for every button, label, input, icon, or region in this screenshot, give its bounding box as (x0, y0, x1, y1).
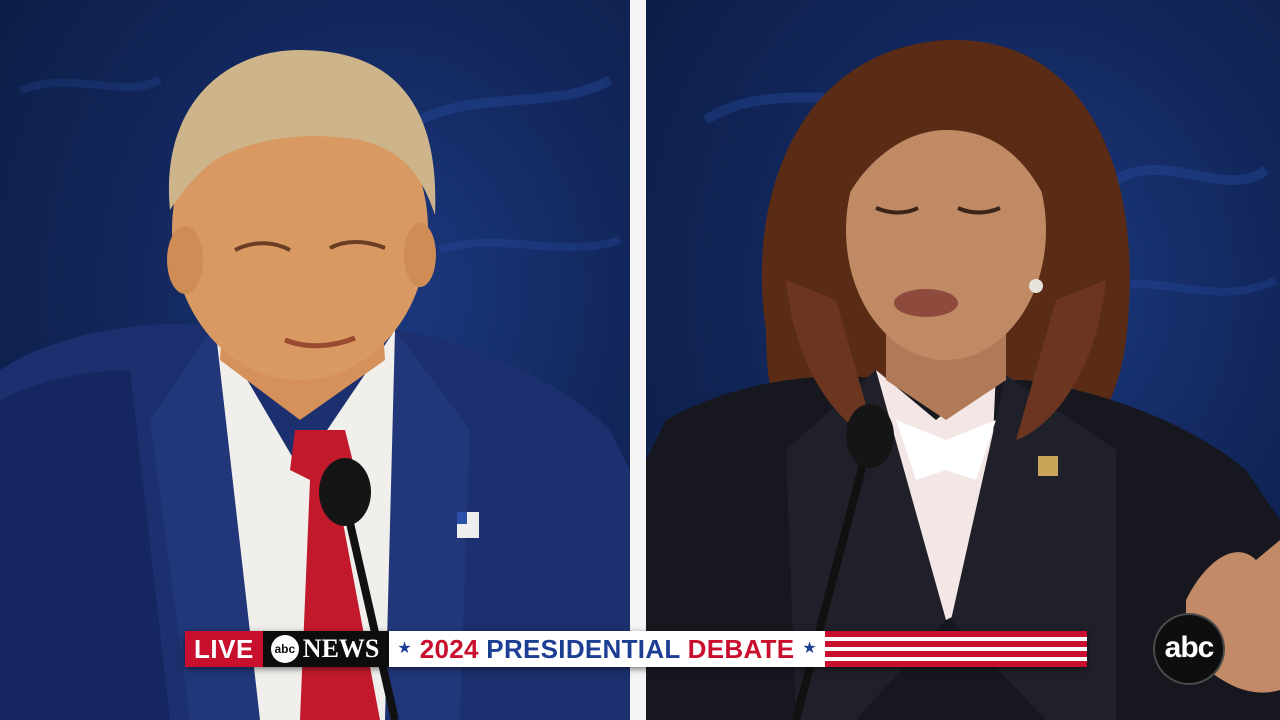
banner-title: 2024 PRESIDENTIAL DEBATE (420, 634, 795, 665)
network-logo-icon: abc (270, 635, 299, 663)
right-speaker-panel (646, 0, 1280, 720)
star-icon: ★ (397, 640, 412, 657)
microphone-icon (846, 404, 894, 468)
star-icon: ★ (802, 640, 817, 657)
lower-third-banner: LIVE abc NEWS ★ 2024 PRESIDENTIAL DEBATE… (185, 631, 1087, 667)
network-corner-bug: abc (1153, 613, 1225, 685)
left-speaker-illustration (0, 50, 630, 720)
flag-pin-icon (1038, 456, 1058, 476)
banner-title-presidential: PRESIDENTIAL (486, 633, 681, 664)
banner-title-block: ★ 2024 PRESIDENTIAL DEBATE ★ (389, 631, 825, 667)
debate-split-screen: LIVE abc NEWS ★ 2024 PRESIDENTIAL DEBATE… (0, 0, 1280, 720)
live-badge: LIVE (185, 631, 263, 667)
flag-stripes (824, 631, 1087, 667)
right-speaker-illustration (646, 39, 1280, 720)
banner-title-debate: DEBATE (687, 633, 795, 664)
microphone-icon (319, 458, 371, 526)
network-name: NEWS (302, 634, 380, 663)
earring-icon (1029, 279, 1043, 293)
left-speaker-panel (0, 0, 630, 720)
banner-title-year: 2024 (419, 633, 479, 664)
network-logo-block: abc NEWS (262, 631, 390, 667)
split-divider (630, 0, 646, 720)
